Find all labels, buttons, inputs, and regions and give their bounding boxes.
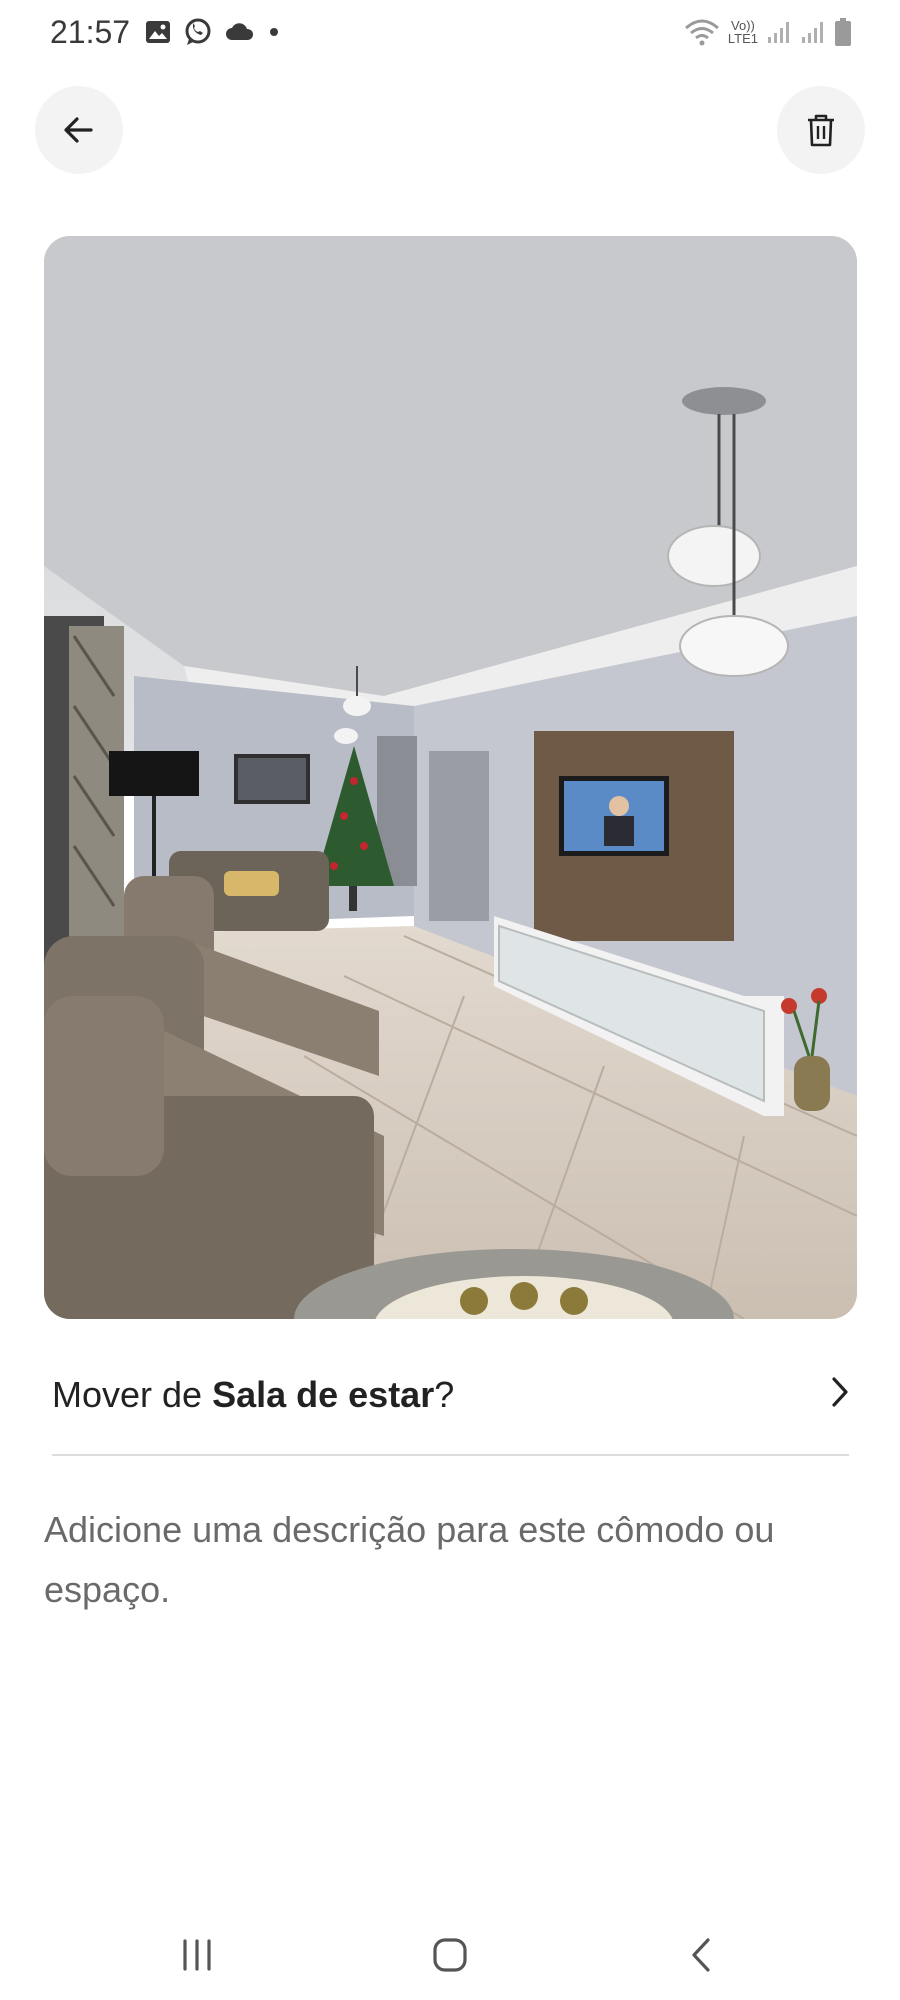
room-photo[interactable]: [44, 236, 857, 1319]
system-navigation-bar: [0, 1905, 900, 2000]
move-room-row[interactable]: Mover de Sala de estar?: [52, 1360, 852, 1430]
chevron-right-icon: [832, 1377, 848, 1407]
network-label: Vo)) LTE1: [727, 18, 758, 46]
dot-icon: [270, 28, 278, 36]
nav-back-button[interactable]: [672, 1925, 732, 1985]
battery-icon: [835, 18, 851, 46]
recents-button[interactable]: [167, 1925, 227, 1985]
divider: [52, 1454, 849, 1456]
whatsapp-icon: [185, 18, 211, 45]
back-icon: [692, 1938, 710, 1972]
gallery-icon: [146, 21, 170, 43]
status-time: 21:57: [50, 14, 131, 50]
living-room-illustration: [44, 236, 857, 1319]
description-input[interactable]: Adicione uma descrição para este cômodo …: [44, 1500, 854, 1620]
delete-button[interactable]: [777, 86, 865, 174]
signal-icon: [768, 22, 789, 43]
home-button[interactable]: [420, 1925, 480, 1985]
arrow-left-icon: [64, 117, 93, 143]
wifi-icon: [684, 19, 719, 46]
status-left-icons: [145, 17, 281, 47]
back-button[interactable]: [35, 86, 123, 174]
status-bar: 21:57 Vo)) LTE1: [0, 0, 900, 70]
cloud-icon: [226, 23, 254, 40]
home-icon: [433, 1938, 467, 1972]
recents-icon: [183, 1939, 211, 1971]
move-room-text: Mover de Sala de estar?: [52, 1374, 455, 1415]
trash-icon: [808, 114, 834, 147]
signal-icon: [802, 22, 823, 43]
current-room-name: Sala de estar: [212, 1374, 435, 1415]
status-right-icons: Vo)) LTE1: [684, 17, 852, 47]
